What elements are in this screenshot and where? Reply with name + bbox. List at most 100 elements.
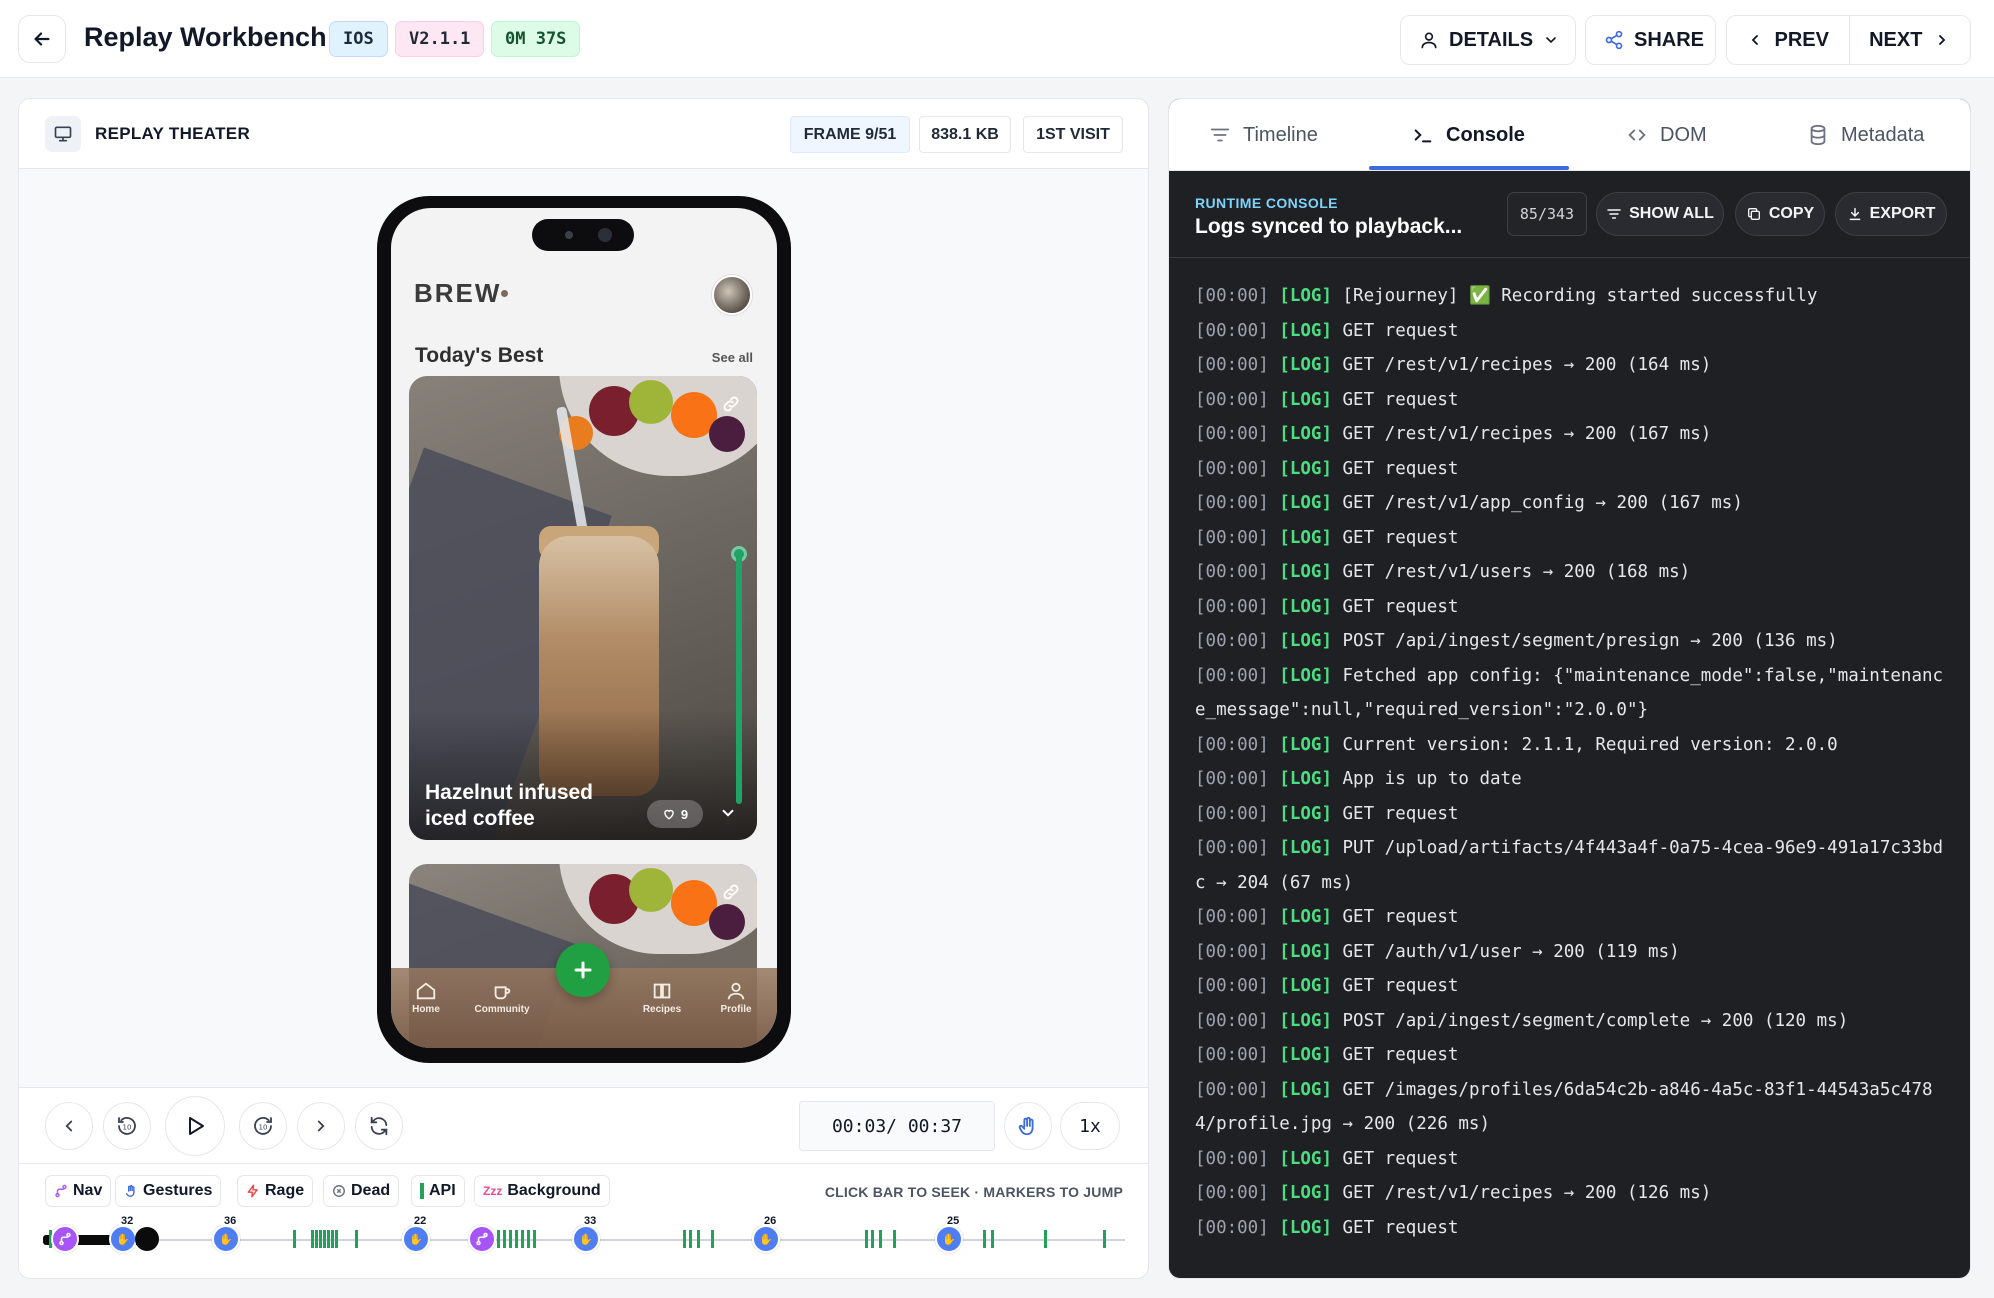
- log-message: POST /api/ingest/segment/presign → 200 (…: [1342, 631, 1838, 651]
- log-message: GET /rest/v1/users → 200 (168 ms): [1342, 562, 1691, 582]
- gesture-marker[interactable]: ✋: [935, 1225, 963, 1253]
- app-tab-home: Home: [391, 980, 461, 1015]
- api-marker[interactable]: [683, 1230, 686, 1248]
- play-icon: [189, 1117, 204, 1135]
- log-timestamp: [00:00]: [1195, 769, 1280, 789]
- previous-frame-button[interactable]: [45, 1102, 93, 1150]
- back-button[interactable]: [18, 15, 66, 63]
- api-marker[interactable]: [983, 1230, 986, 1248]
- filter-lines-icon: [1210, 128, 1230, 142]
- tab-console[interactable]: Console: [1412, 99, 1525, 171]
- api-marker[interactable]: [327, 1230, 330, 1248]
- log-level: [LOG]: [1279, 458, 1343, 479]
- api-marker[interactable]: [323, 1230, 326, 1248]
- api-marker[interactable]: [879, 1230, 882, 1248]
- share-button[interactable]: SHARE: [1585, 15, 1716, 65]
- api-marker[interactable]: [689, 1230, 692, 1248]
- tab-metadata[interactable]: Metadata: [1807, 99, 1924, 171]
- filter-nav[interactable]: Nav: [45, 1175, 112, 1207]
- log-line: [00:00] [LOG] GET request: [1195, 314, 1948, 349]
- api-marker[interactable]: [509, 1230, 512, 1248]
- nav-marker[interactable]: [468, 1225, 496, 1253]
- api-marker[interactable]: [991, 1230, 994, 1248]
- log-timestamp: [00:00]: [1195, 907, 1280, 927]
- api-marker[interactable]: [311, 1230, 314, 1248]
- rewind-10-button[interactable]: 10: [103, 1102, 151, 1150]
- details-button[interactable]: DETAILS: [1400, 15, 1576, 65]
- api-marker[interactable]: [711, 1230, 714, 1248]
- export-button[interactable]: EXPORT: [1835, 192, 1947, 236]
- play-button[interactable]: [165, 1096, 225, 1156]
- time-display: 00:03/ 00:37: [799, 1101, 995, 1151]
- like-count: 9: [680, 806, 689, 822]
- log-message: GET /auth/v1/user → 200 (119 ms): [1342, 941, 1680, 962]
- console-title: Logs synced to playback...: [1195, 215, 1463, 238]
- terminal-icon: [1414, 129, 1432, 143]
- log-message: GET /rest/v1/recipes → 200 (167 ms): [1342, 424, 1712, 444]
- chevron-down-icon: [722, 809, 734, 817]
- api-marker[interactable]: [697, 1230, 700, 1248]
- api-marker[interactable]: [893, 1230, 896, 1248]
- hand-icon: ✋: [579, 1233, 593, 1246]
- forward-10-button[interactable]: 10: [239, 1102, 287, 1150]
- like-pill: 9: [647, 800, 703, 828]
- next-button[interactable]: NEXT: [1848, 16, 1971, 64]
- log-level: [LOG]: [1279, 803, 1343, 824]
- x-circle-icon: [333, 1185, 345, 1197]
- api-marker[interactable]: [521, 1230, 524, 1248]
- gesture-marker[interactable]: ✋: [109, 1225, 137, 1253]
- tab-timeline[interactable]: Timeline: [1209, 99, 1318, 171]
- filter-label: Rage: [265, 1182, 305, 1199]
- chevron-left-icon: [65, 1120, 73, 1132]
- api-marker[interactable]: [293, 1230, 296, 1248]
- api-marker[interactable]: [871, 1230, 874, 1248]
- api-marker[interactable]: [335, 1230, 338, 1248]
- tab-dom[interactable]: DOM: [1626, 99, 1707, 171]
- replay-stage[interactable]: BREW Today's Best See all Hazelnut infus…: [19, 169, 1148, 1088]
- home-icon: [416, 982, 436, 1000]
- touch-overlay-toggle[interactable]: [1004, 1102, 1052, 1150]
- api-marker[interactable]: [533, 1230, 536, 1248]
- api-marker[interactable]: [331, 1230, 334, 1248]
- svg-text:10: 10: [123, 1124, 132, 1132]
- filter-dead[interactable]: Dead: [323, 1175, 400, 1207]
- active-tab-indicator: [1369, 166, 1569, 170]
- filter-background[interactable]: Zzz Background: [474, 1175, 610, 1207]
- gesture-marker[interactable]: ✋: [212, 1225, 240, 1253]
- speed-button[interactable]: 1x: [1060, 1102, 1120, 1150]
- api-marker[interactable]: [497, 1230, 500, 1248]
- gesture-marker[interactable]: ✋: [572, 1225, 600, 1253]
- filter-rage[interactable]: Rage: [237, 1175, 314, 1207]
- frame-size: 838.1 KB: [919, 116, 1011, 153]
- log-line: [00:00] [LOG] Current version: 2.1.1, Re…: [1195, 728, 1948, 763]
- log-level: [LOG]: [1279, 734, 1343, 755]
- api-marker[interactable]: [1044, 1230, 1047, 1248]
- api-marker[interactable]: [527, 1230, 530, 1248]
- api-marker[interactable]: [1103, 1230, 1106, 1248]
- show-all-button[interactable]: SHOW ALL: [1596, 192, 1724, 236]
- api-marker[interactable]: [319, 1230, 322, 1248]
- api-marker[interactable]: [355, 1230, 358, 1248]
- log-timestamp: [00:00]: [1195, 1183, 1280, 1203]
- api-marker[interactable]: [865, 1230, 868, 1248]
- app-screen: BREW Today's Best See all Hazelnut infus…: [391, 208, 777, 1048]
- log-level: [LOG]: [1279, 665, 1343, 686]
- filter-gestures[interactable]: Gestures: [115, 1175, 222, 1207]
- loop-button[interactable]: [355, 1102, 403, 1150]
- log-message: GET /rest/v1/recipes → 200 (126 ms): [1342, 1183, 1712, 1203]
- route-icon: [55, 1184, 67, 1198]
- gesture-marker[interactable]: ✋: [752, 1225, 780, 1253]
- log-line: [00:00] [LOG] GET request: [1195, 452, 1948, 487]
- api-marker[interactable]: [315, 1230, 318, 1248]
- log-timestamp: [00:00]: [1195, 976, 1280, 996]
- nav-marker[interactable]: [51, 1225, 79, 1253]
- next-frame-button[interactable]: [297, 1102, 345, 1150]
- api-marker[interactable]: [515, 1230, 518, 1248]
- prev-button[interactable]: PREV: [1727, 16, 1849, 64]
- gesture-marker[interactable]: ✋: [402, 1225, 430, 1253]
- playhead[interactable]: [135, 1227, 159, 1251]
- filter-api[interactable]: API: [411, 1175, 465, 1207]
- log-level: [LOG]: [1279, 1079, 1343, 1100]
- copy-button[interactable]: COPY: [1735, 192, 1825, 236]
- api-marker[interactable]: [503, 1230, 506, 1248]
